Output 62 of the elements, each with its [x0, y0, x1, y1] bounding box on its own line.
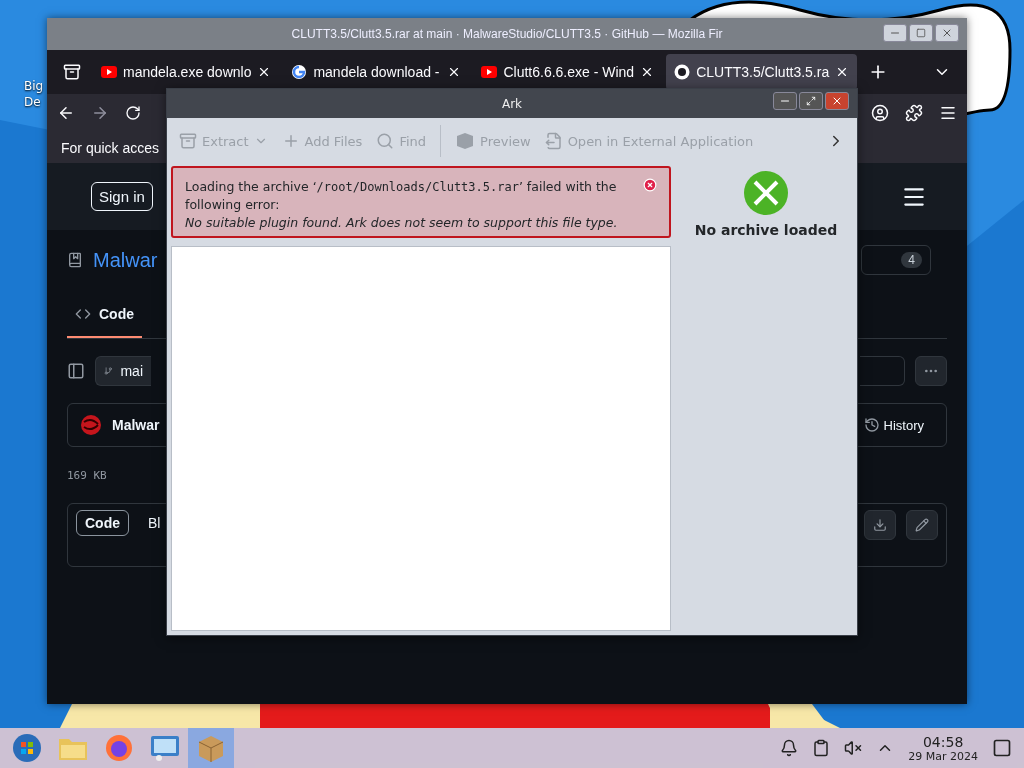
download-button[interactable] [864, 510, 896, 540]
g-logo-icon [291, 64, 308, 80]
edit-button[interactable] [906, 510, 938, 540]
sign-in-button[interactable]: Sign in [91, 182, 153, 211]
reload-icon[interactable] [125, 105, 141, 121]
status-text: No archive loaded [694, 222, 838, 238]
view-tab[interactable]: Bl [139, 510, 170, 536]
show-desktop-icon[interactable] [992, 738, 1012, 758]
branch-button[interactable]: mai [95, 356, 151, 386]
muted-speaker-icon[interactable] [844, 739, 863, 757]
error-message: Loading the archive ‘/root/Downloads/Clutt3.5.rar’ failed with the following error: [185, 178, 618, 214]
swirl-logo-icon [80, 414, 102, 436]
monitor-icon [149, 734, 181, 762]
bookmarks-hint: For quick acces [61, 139, 160, 156]
file-size: 169 KB [67, 468, 107, 482]
search-icon [376, 132, 395, 150]
view-tab[interactable]: Code [76, 510, 129, 536]
tray-icon [63, 63, 81, 81]
menu-icon[interactable] [939, 104, 957, 122]
play-icon [481, 66, 498, 78]
pencil-icon [915, 518, 929, 532]
maximize-button[interactable] [799, 92, 823, 110]
clipboard-icon[interactable] [812, 739, 831, 757]
extensions-icon[interactable] [905, 104, 923, 122]
wrench-screwdriver-icon [743, 170, 789, 216]
desktop-icon-label[interactable]: Big De [24, 78, 44, 110]
close-button[interactable] [825, 92, 849, 110]
history-button[interactable]: History [857, 416, 930, 434]
archive-icon [179, 132, 197, 150]
close-icon [941, 27, 953, 39]
close-icon [831, 95, 843, 107]
repo-icon [67, 252, 83, 268]
cardboard-box-icon [196, 733, 226, 763]
account-icon[interactable] [871, 104, 889, 122]
minimize-button[interactable] [773, 92, 797, 110]
window-title: CLUTT3.5/Clutt3.5.rar at main · MalwareStudio/CLUTT3.5 · GitHub — Mozilla Fir [291, 27, 723, 41]
play-icon [101, 66, 117, 78]
maximize-button[interactable] [909, 24, 933, 42]
count-button[interactable]: 4 [861, 245, 931, 275]
side-panel-icon[interactable] [67, 362, 85, 380]
notification-icon[interactable] [780, 739, 799, 757]
repo-name[interactable]: Malwar [93, 248, 158, 272]
fox-globe-icon [105, 734, 133, 762]
history-icon [863, 417, 880, 433]
document-icon [544, 132, 563, 150]
close-button[interactable] [935, 24, 959, 42]
clock[interactable]: 04:58 29 Mar 2024 [908, 733, 978, 763]
commit-author[interactable]: Malwar [112, 417, 160, 433]
forward-icon[interactable] [91, 104, 109, 122]
start-orb-icon [12, 733, 42, 763]
window-title: Ark [501, 96, 523, 111]
error-detail: No suitable plugin found. Ark does not seem to support this file type. [185, 214, 619, 232]
code-brackets-icon [75, 306, 91, 322]
browser-tab[interactable]: CLUTT3.5/Clutt3.5.ra [666, 54, 858, 90]
back-icon[interactable] [57, 104, 75, 122]
search-field[interactable] [860, 356, 905, 386]
maximize-icon [916, 28, 926, 38]
close-icon[interactable] [643, 178, 657, 192]
code-tab[interactable]: Code [67, 292, 142, 338]
count-badge: 4 [901, 252, 922, 268]
maximize-icon [806, 96, 816, 106]
download-icon [873, 518, 887, 532]
